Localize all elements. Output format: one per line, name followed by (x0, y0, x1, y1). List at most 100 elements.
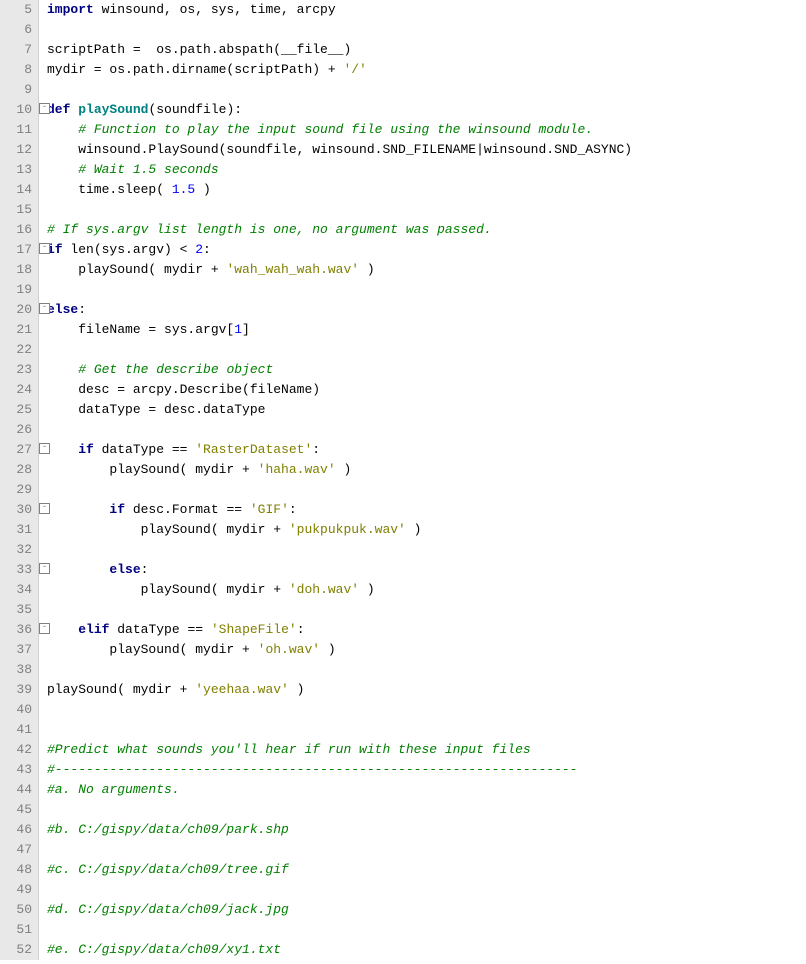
code-line (47, 720, 632, 740)
token-ident: ] (242, 322, 250, 337)
token-kw: else (109, 562, 140, 577)
line-number: 34 (4, 580, 32, 600)
line-number: 30 (4, 500, 32, 520)
line-number: 38 (4, 660, 32, 680)
token-num: 1 (234, 322, 242, 337)
code-line: - else: (47, 560, 632, 580)
token-ident: ) (195, 182, 211, 197)
fold-marker-icon[interactable]: - (39, 503, 50, 514)
token-ident (47, 562, 109, 577)
code-line: # Get the describe object (47, 360, 632, 380)
code-line (47, 920, 632, 940)
code-line: # Wait 1.5 seconds (47, 160, 632, 180)
token-ident (47, 502, 109, 517)
line-number: 27 (4, 440, 32, 460)
code-line: playSound( mydir + 'pukpukpuk.wav' ) (47, 520, 632, 540)
fold-marker-icon[interactable]: - (39, 563, 50, 574)
token-ident: dataType == (94, 442, 195, 457)
token-cmt: # Wait 1.5 seconds (78, 162, 218, 177)
token-kw: else (47, 302, 78, 317)
line-number: 44 (4, 780, 32, 800)
fold-marker-icon[interactable]: - (39, 303, 50, 314)
line-number: 24 (4, 380, 32, 400)
token-ident: len(sys.argv) < (63, 242, 196, 257)
line-number: 20 (4, 300, 32, 320)
token-ident: dataType == (109, 622, 210, 637)
token-str: 'wah_wah_wah.wav' (226, 262, 359, 277)
code-line (47, 880, 632, 900)
token-ident: ) (289, 682, 305, 697)
token-kw: if (109, 502, 125, 517)
token-ident: playSound( mydir + (47, 462, 258, 477)
token-ident: desc.Format == (125, 502, 250, 517)
code-line (47, 200, 632, 220)
token-ident: playSound( mydir + (47, 582, 289, 597)
fold-marker-icon[interactable]: - (39, 243, 50, 254)
line-number: 15 (4, 200, 32, 220)
token-ident: : (141, 562, 149, 577)
line-number: 11 (4, 120, 32, 140)
code-line (47, 660, 632, 680)
code-line (47, 600, 632, 620)
line-number: 36 (4, 620, 32, 640)
fold-marker-icon[interactable]: - (39, 103, 50, 114)
line-number: 39 (4, 680, 32, 700)
code-line: playSound( mydir + 'haha.wav' ) (47, 460, 632, 480)
token-str: 'ShapeFile' (211, 622, 297, 637)
token-ident (47, 622, 78, 637)
code-area[interactable]: import winsound, os, sys, time, arcpyscr… (39, 0, 632, 960)
code-line: time.sleep( 1.5 ) (47, 180, 632, 200)
code-line: playSound( mydir + 'oh.wav' ) (47, 640, 632, 660)
token-ident: : (312, 442, 320, 457)
line-number: 40 (4, 700, 32, 720)
line-number: 45 (4, 800, 32, 820)
line-number: 12 (4, 140, 32, 160)
token-ident: ) (320, 642, 336, 657)
fold-marker-icon[interactable]: - (39, 443, 50, 454)
line-number: 41 (4, 720, 32, 740)
code-line: - if dataType == 'RasterDataset': (47, 440, 632, 460)
line-number: 16 (4, 220, 32, 240)
token-ident: winsound.PlaySound(soundfile, winsound.S… (47, 142, 632, 157)
line-number: 7 (4, 40, 32, 60)
line-number: 17 (4, 240, 32, 260)
token-ident: (soundfile): (148, 102, 242, 117)
code-line: #b. C:/gispy/data/ch09/park.shp (47, 820, 632, 840)
token-def: playSound (78, 102, 148, 117)
token-kw: elif (78, 622, 109, 637)
code-line: # Function to play the input sound file … (47, 120, 632, 140)
token-str: 'doh.wav' (289, 582, 359, 597)
line-number: 14 (4, 180, 32, 200)
code-line (47, 280, 632, 300)
line-number: 5 (4, 0, 32, 20)
token-ident: playSound( mydir + (47, 522, 289, 537)
token-ident: scriptPath = os.path.abspath(__file__) (47, 42, 351, 57)
fold-marker-icon[interactable]: - (39, 623, 50, 634)
token-ident: ) (406, 522, 422, 537)
token-ident: winsound, os, sys, time, arcpy (94, 2, 336, 17)
token-ident: : (289, 502, 297, 517)
code-line: - if desc.Format == 'GIF': (47, 500, 632, 520)
token-str: 'haha.wav' (258, 462, 336, 477)
code-line (47, 700, 632, 720)
code-line: fileName = sys.argv[1] (47, 320, 632, 340)
token-ident: time.sleep( (47, 182, 172, 197)
token-ident: : (297, 622, 305, 637)
code-line: -else: (47, 300, 632, 320)
line-number: 31 (4, 520, 32, 540)
token-cmt: #b. C:/gispy/data/ch09/park.shp (47, 822, 289, 837)
line-number: 49 (4, 880, 32, 900)
token-cmt: # Function to play the input sound file … (78, 122, 593, 137)
line-number: 9 (4, 80, 32, 100)
token-ident: dataType = desc.dataType (47, 402, 265, 417)
line-number: 18 (4, 260, 32, 280)
token-ident (47, 122, 78, 137)
token-ident: playSound( mydir + (47, 682, 195, 697)
code-editor: 5678910111213141516171819202122232425262… (0, 0, 806, 960)
line-number: 50 (4, 900, 32, 920)
code-line: playSound( mydir + 'yeehaa.wav' ) (47, 680, 632, 700)
code-line: dataType = desc.dataType (47, 400, 632, 420)
token-str: '/' (343, 62, 366, 77)
code-line (47, 80, 632, 100)
token-str: 'oh.wav' (258, 642, 320, 657)
